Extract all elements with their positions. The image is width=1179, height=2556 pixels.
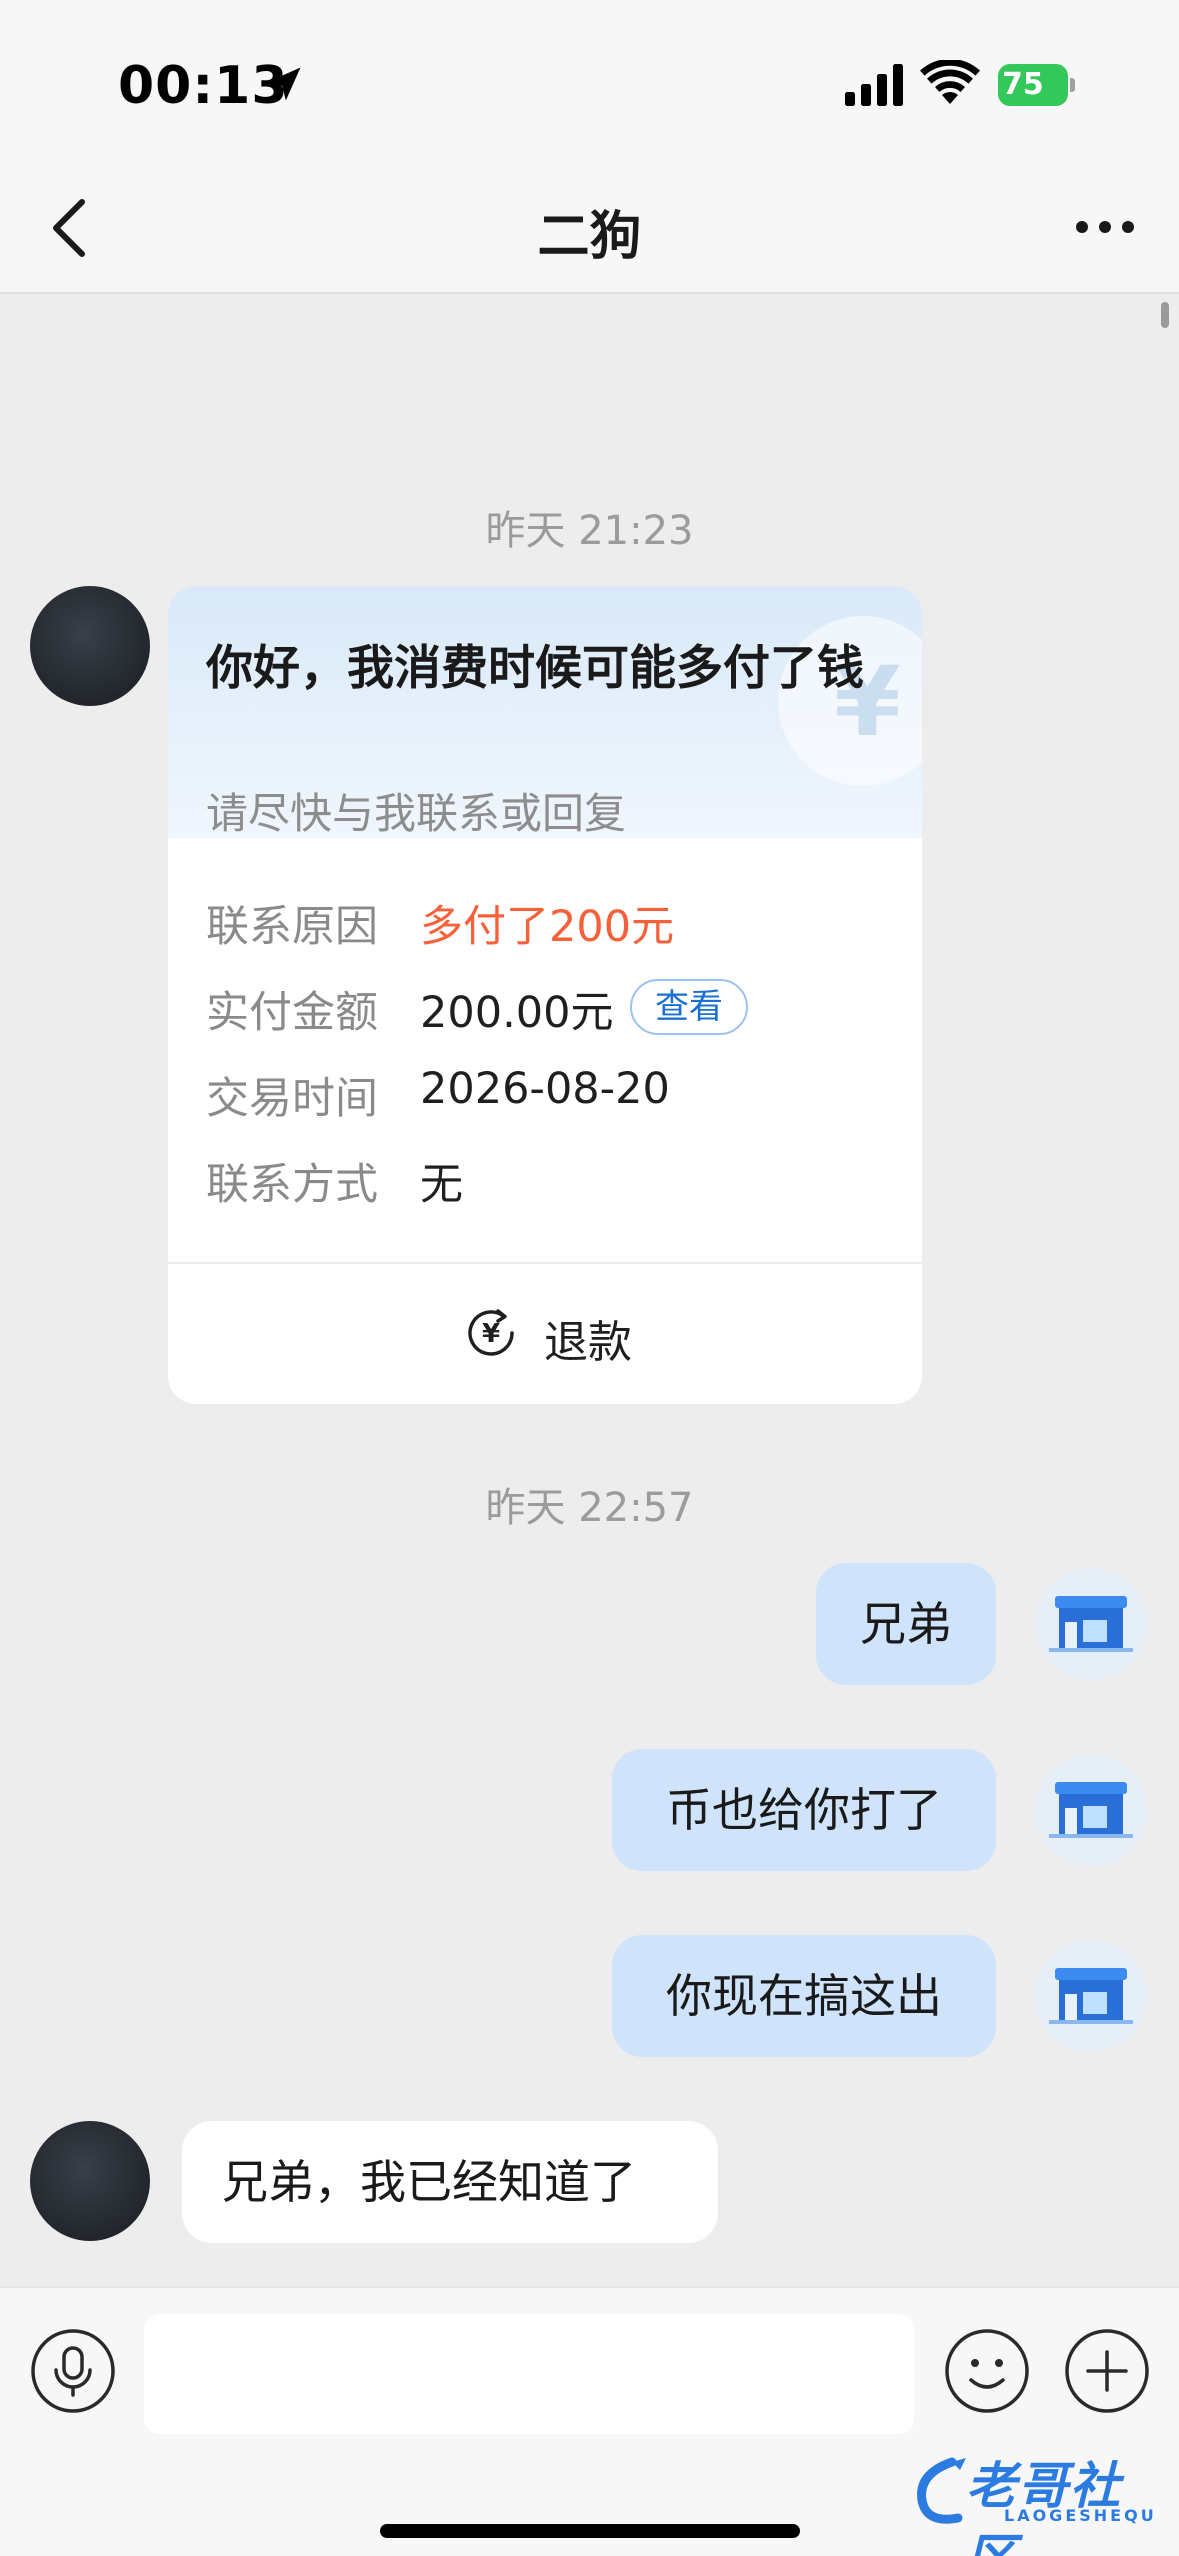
avatar[interactable] (30, 586, 150, 706)
svg-text:¥: ¥ (482, 1319, 500, 1349)
outgoing-message-bubble[interactable]: 币也给你打了 (612, 1749, 996, 1871)
refund-label: 退款 (544, 1317, 632, 1368)
home-indicator[interactable] (380, 2524, 800, 2538)
shop-avatar[interactable] (1035, 1940, 1147, 2052)
shop-avatar[interactable] (1035, 1568, 1147, 1680)
watermark-text: 老哥社区 (966, 2457, 1122, 2556)
battery-level: 75 (1002, 67, 1044, 102)
battery-charging-icon: 75 (998, 64, 1075, 106)
location-arrow-icon (267, 67, 301, 101)
outgoing-message-bubble[interactable]: 你现在搞这出 (612, 1935, 996, 2057)
plus-circle-icon[interactable] (1064, 2328, 1150, 2414)
row-label: 实付金额 (206, 988, 378, 1038)
wifi-icon (920, 60, 980, 104)
row-label: 联系方式 (206, 1160, 378, 1210)
more-dots-icon[interactable] (1070, 212, 1140, 242)
nav-bar: 二狗 (0, 160, 1179, 294)
shop-icon (1049, 1968, 1133, 2024)
refund-button[interactable]: ¥ 退款 (168, 1264, 922, 1404)
card-subtitle: 请尽快与我联系或回复 (206, 789, 627, 838)
view-button[interactable]: 查看 (630, 979, 748, 1035)
card-title: 你好，我消费时候可能多付了钱 (206, 641, 864, 696)
shop-icon (1049, 1782, 1133, 1838)
row-value: 2026-08-20 (420, 1064, 670, 1114)
cellular-signal-icon (845, 64, 903, 106)
emoji-smile-icon[interactable] (944, 2328, 1030, 2414)
scroll-indicator[interactable] (1161, 302, 1169, 328)
shop-icon (1049, 1596, 1133, 1652)
row-value: 多付了200元 (420, 902, 675, 952)
yen-refund-icon: ¥ (468, 1309, 514, 1356)
incoming-message-bubble[interactable]: 兄弟，我已经知道了 (182, 2121, 718, 2243)
payment-contact-card[interactable]: ¥ 你好，我消费时候可能多付了钱 请尽快与我联系或回复 联系原因 多付了200元… (168, 586, 922, 1404)
microphone-icon[interactable] (30, 2328, 116, 2414)
watermark-subtext: LAOGESHEQU (1004, 2506, 1157, 2525)
row-label: 联系原因 (206, 902, 378, 952)
avatar[interactable] (30, 2121, 150, 2241)
outgoing-message-bubble[interactable]: 兄弟 (816, 1563, 996, 1685)
shop-avatar[interactable] (1035, 1754, 1147, 1866)
timestamp: 昨天 22:57 (485, 1485, 694, 1531)
message-input[interactable] (144, 2314, 914, 2434)
timestamp: 昨天 21:23 (485, 508, 694, 554)
row-value: 无 (420, 1160, 463, 1210)
status-bar: 00:13 75 (0, 0, 1179, 160)
card-header: ¥ 你好，我消费时候可能多付了钱 请尽快与我联系或回复 (168, 586, 922, 838)
chat-title: 二狗 (537, 207, 642, 267)
dragon-logo-icon (917, 2457, 966, 2524)
row-value: 200.00元 (420, 988, 614, 1038)
watermark-logo: 老哥社区 LAOGESHEQU (912, 2444, 1162, 2556)
row-label: 交易时间 (206, 1074, 378, 1124)
